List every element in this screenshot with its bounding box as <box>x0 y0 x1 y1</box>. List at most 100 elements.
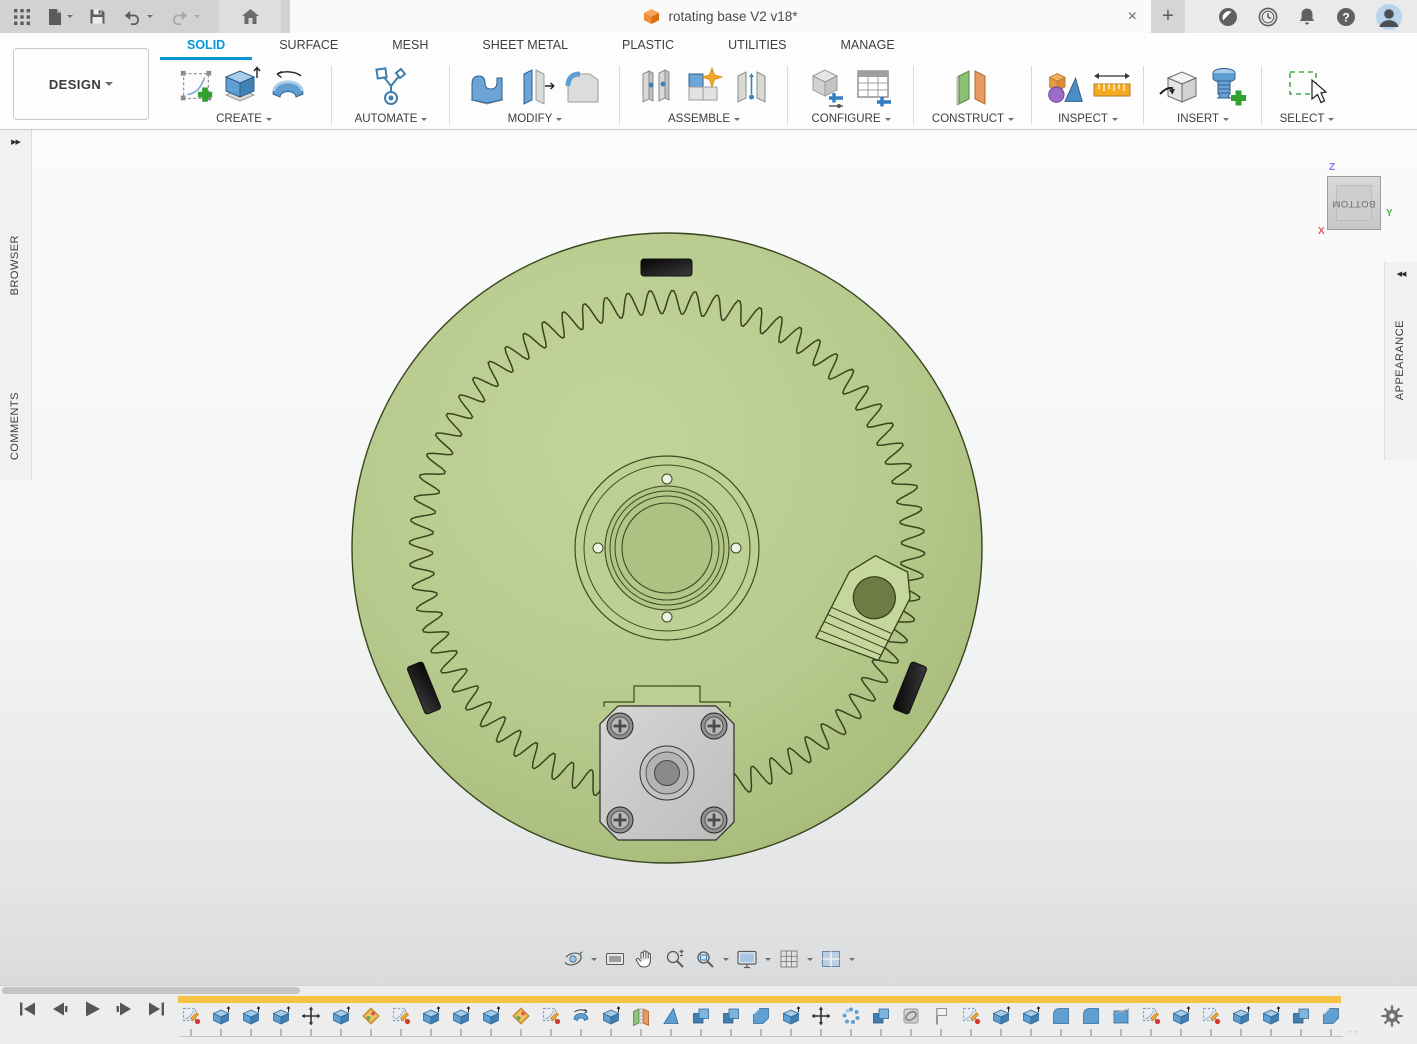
undo-button[interactable] <box>115 0 160 33</box>
timeline-feature-sketch-icon[interactable] <box>180 1005 202 1036</box>
grid-layout-button[interactable] <box>777 947 813 971</box>
timeline-feature-extrude-icon[interactable] <box>990 1005 1012 1036</box>
automate-button[interactable] <box>368 64 414 110</box>
browser-panel-tab[interactable]: BROWSER <box>9 235 21 295</box>
timeline-feature-combine-icon[interactable] <box>1290 1005 1312 1036</box>
timeline-feature-extrude-icon[interactable] <box>1170 1005 1192 1036</box>
ruler-button[interactable] <box>1090 64 1134 110</box>
expand-browser-icon[interactable]: ▶▶ <box>0 130 31 146</box>
timeline-feature-combine-icon[interactable] <box>690 1005 712 1036</box>
close-document-button[interactable]: × <box>1128 0 1137 33</box>
extrude-button[interactable] <box>217 64 263 110</box>
go-to-end-button[interactable] <box>144 998 168 1020</box>
group-label-automate[interactable]: AUTOMATE <box>355 113 428 125</box>
profile-avatar[interactable] <box>1375 3 1403 31</box>
ribbon-tab-manage[interactable]: MANAGE <box>814 33 922 60</box>
measure-button[interactable] <box>1042 64 1088 110</box>
timeline-feature-extrude-icon[interactable] <box>1020 1005 1042 1036</box>
ribbon-tab-utilities[interactable]: UTILITIES <box>701 33 813 60</box>
file-home-button[interactable] <box>219 0 281 33</box>
viewport-canvas[interactable]: ▶▶ BROWSER COMMENTS ◀◀ APPEARANCE BOTTOM… <box>0 130 1417 985</box>
group-label-construct[interactable]: CONSTRUCT <box>932 113 1014 125</box>
timeline-feature-appearance-icon[interactable] <box>510 1005 532 1036</box>
construct-plane-button[interactable] <box>947 64 999 110</box>
help-button[interactable]: ? <box>1335 6 1357 28</box>
group-label-modify[interactable]: MODIFY <box>508 113 563 125</box>
timeline-feature-extrude-icon[interactable] <box>420 1005 442 1036</box>
group-label-insert[interactable]: INSERT <box>1177 113 1229 125</box>
viewports-button[interactable] <box>819 947 855 971</box>
comments-panel-tab[interactable]: COMMENTS <box>9 392 21 460</box>
zoom-button[interactable] <box>663 947 687 971</box>
timeline-feature-fillet-icon[interactable] <box>1080 1005 1102 1036</box>
timeline-scrollbar[interactable] <box>2 987 300 994</box>
timeline-feature-extrude-icon[interactable] <box>1230 1005 1252 1036</box>
redo-button[interactable] <box>162 0 207 33</box>
app-menu-button[interactable] <box>6 0 38 33</box>
file-menu-button[interactable] <box>40 0 80 33</box>
ribbon-tab-sheet-metal[interactable]: SHEET METAL <box>455 33 595 60</box>
group-label-inspect[interactable]: INSPECT <box>1058 113 1118 125</box>
fillet-button[interactable] <box>560 64 606 110</box>
timeline-feature-extrude-icon[interactable] <box>780 1005 802 1036</box>
play-button[interactable] <box>80 998 104 1020</box>
timeline-feature-extrude-icon[interactable] <box>1260 1005 1282 1036</box>
timeline-feature-sketch-icon[interactable] <box>540 1005 562 1036</box>
go-to-start-button[interactable] <box>16 998 40 1020</box>
timeline-feature-appearance-icon[interactable] <box>360 1005 382 1036</box>
press-pull-button[interactable] <box>464 64 510 110</box>
timeline-feature-move-icon[interactable] <box>300 1005 322 1036</box>
timeline-feature-chamfer-icon[interactable] <box>1320 1005 1342 1036</box>
revolve-button[interactable] <box>265 64 311 110</box>
insert-derive-button[interactable] <box>1156 64 1202 110</box>
timeline-position-marker[interactable] <box>178 996 1341 1003</box>
timeline-feature-circular-pattern-icon[interactable] <box>840 1005 862 1036</box>
insert-fastener-button[interactable] <box>1204 64 1250 110</box>
timeline-feature-sketch-icon[interactable] <box>960 1005 982 1036</box>
group-label-assemble[interactable]: ASSEMBLE <box>668 113 740 125</box>
timeline-feature-extrude-icon[interactable] <box>450 1005 472 1036</box>
ribbon-tab-solid[interactable]: SOLID <box>160 33 252 60</box>
save-button[interactable] <box>82 0 113 33</box>
expand-appearance-icon[interactable]: ◀◀ <box>1385 262 1417 278</box>
fit-button[interactable] <box>693 947 729 971</box>
look-at-button[interactable] <box>603 947 627 971</box>
extensions-button[interactable] <box>1217 6 1239 28</box>
timeline-settings-button[interactable] <box>1380 1004 1404 1033</box>
timeline-feature-sketch-icon[interactable] <box>390 1005 412 1036</box>
pan-button[interactable] <box>633 947 657 971</box>
timeline-feature-extrude-icon[interactable] <box>210 1005 232 1036</box>
timeline-feature-rigid-group-icon[interactable] <box>900 1005 922 1036</box>
timeline-feature-revolve-icon[interactable] <box>570 1005 592 1036</box>
timeline-feature-sketch-icon[interactable] <box>1140 1005 1162 1036</box>
timeline-feature-extrude-icon[interactable] <box>270 1005 292 1036</box>
timeline-feature-fillet-icon[interactable] <box>1050 1005 1072 1036</box>
timeline-feature-combine-icon[interactable] <box>870 1005 892 1036</box>
step-forward-button[interactable] <box>112 998 136 1020</box>
document-tab[interactable]: rotating base V2 v18* × <box>290 0 1151 33</box>
group-label-create[interactable]: CREATE <box>216 113 272 125</box>
ribbon-tab-plastic[interactable]: PLASTIC <box>595 33 701 60</box>
timeline-feature-sketch-icon[interactable] <box>1200 1005 1222 1036</box>
timeline-feature-extrude-icon[interactable] <box>600 1005 622 1036</box>
joint-button[interactable] <box>633 64 679 110</box>
group-label-configure[interactable]: CONFIGURE <box>812 113 891 125</box>
new-component-button[interactable] <box>681 64 727 110</box>
timeline-feature-chamfer-icon[interactable] <box>750 1005 772 1036</box>
display-settings-button[interactable] <box>735 947 771 971</box>
workspace-switcher-design[interactable]: DESIGN <box>13 48 149 120</box>
group-label-select[interactable]: SELECT <box>1280 113 1335 125</box>
timeline-feature-flag-icon[interactable] <box>930 1005 952 1036</box>
appearance-panel-tab[interactable]: APPEARANCE <box>1394 320 1406 400</box>
timeline-feature-extrude-icon[interactable] <box>330 1005 352 1036</box>
configuration-button[interactable] <box>805 64 849 110</box>
joint-origin-button[interactable] <box>729 64 775 110</box>
timeline-feature-draft-icon[interactable] <box>660 1005 682 1036</box>
ribbon-tab-surface[interactable]: SURFACE <box>252 33 365 60</box>
ribbon-tab-mesh[interactable]: MESH <box>365 33 455 60</box>
view-cube[interactable]: BOTTOM <box>1327 176 1381 230</box>
notifications-button[interactable] <box>1297 6 1317 28</box>
timeline-feature-combine-icon[interactable] <box>720 1005 742 1036</box>
timeline-feature-extrude-icon[interactable] <box>480 1005 502 1036</box>
create-sketch-button[interactable] <box>177 64 215 110</box>
